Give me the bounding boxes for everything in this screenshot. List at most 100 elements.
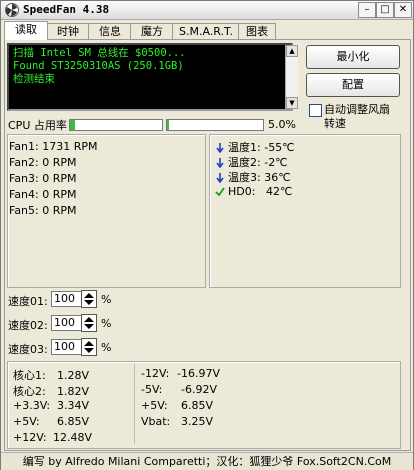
fan-label: Fan3: [9, 172, 39, 185]
speed-label-1: 速度01: [8, 295, 48, 308]
spinner-arrows-icon [84, 317, 94, 329]
temp-row-2: 温度2: -2℃ [215, 154, 288, 170]
voltage-row: -5V: -6.92V [141, 383, 217, 396]
minimize-button[interactable]: 最小化 [306, 45, 400, 69]
cpu-usage-bar-2 [166, 119, 264, 131]
voltage-value: 6.85V [57, 415, 90, 428]
fan-value: 0 RPM [42, 188, 77, 201]
close-window-button[interactable]: ✕ [394, 2, 412, 18]
voltage-value: 12.48V [53, 431, 93, 444]
temp-value: -2℃ [264, 156, 288, 169]
temp-label: 温度3: [228, 171, 261, 184]
speed-spinner-3[interactable] [81, 338, 97, 356]
tab-bar: 读取 时钟 信息 魔方 S.M.A.R.T. 图表 [4, 21, 412, 40]
voltage-row: 核心2: 1.82V [13, 383, 89, 399]
voltage-label: Vbat: [141, 415, 171, 428]
speed-spinner-2[interactable] [81, 314, 97, 332]
log-line: 检测结束 [13, 73, 55, 85]
voltage-row: +5V: 6.85V [141, 399, 213, 412]
arrow-down-icon [216, 143, 224, 153]
fan-row-4: Fan4: 0 RPM [9, 188, 77, 201]
tab-read[interactable]: 读取 [4, 21, 48, 40]
tab-chart[interactable]: 图表 [238, 23, 276, 39]
fan-row-3: Fan3: 0 RPM [9, 172, 77, 185]
log-line: 扫描 Intel SM 总线在 $0500... [13, 47, 186, 59]
arrow-down-icon [216, 173, 224, 183]
fan-label: Fan5: [9, 204, 39, 217]
arrow-down-icon [216, 158, 224, 168]
speed-unit-2: % [101, 317, 112, 330]
temp-value: 36℃ [264, 171, 291, 184]
temp-row-1: 温度1: -55℃ [215, 139, 295, 155]
speed-label-2: 速度02: [8, 319, 48, 332]
log-output[interactable]: 扫描 Intel SM 总线在 $0500... Found ST3250310… [7, 43, 293, 111]
fan-value: 0 RPM [42, 172, 77, 185]
spinner-arrows-icon [84, 341, 94, 353]
fan-label: Fan1: [9, 140, 39, 153]
temp-row-3: 温度3: 36℃ [215, 169, 291, 185]
speed-input-3[interactable]: 100 [51, 339, 83, 355]
fan-value: 0 RPM [42, 156, 77, 169]
fan-value: 0 RPM [42, 204, 77, 217]
cpu-usage-bar-1 [69, 119, 163, 131]
speed-input-1[interactable]: 100 [51, 291, 83, 307]
voltage-label: +12V: [13, 431, 47, 444]
maximize-icon: □ [380, 4, 390, 15]
voltage-value: 1.28V [57, 369, 90, 382]
scroll-up-arrow-icon[interactable]: ▲ [286, 45, 298, 57]
speed-spinner-1[interactable] [81, 290, 97, 308]
temp-label: 温度2: [228, 156, 261, 169]
voltage-label: 核心1: [13, 369, 46, 382]
fan-row-1: Fan1: 1731 RPM [9, 140, 98, 153]
spinner-arrows-icon [84, 293, 94, 305]
checkmark-icon [215, 187, 225, 197]
fan-label: Fan4: [9, 188, 39, 201]
voltage-label: 核心2: [13, 385, 46, 398]
fan-row-5: Fan5: 0 RPM [9, 204, 77, 217]
voltage-label: +5V: [13, 415, 40, 428]
voltage-row: Vbat: 3.25V [141, 415, 213, 428]
fan-value: 1731 RPM [42, 140, 98, 153]
fan-row-2: Fan2: 0 RPM [9, 156, 77, 169]
window-title: SpeedFan 4.38 [23, 3, 110, 16]
voltage-row: 核心1: 1.28V [13, 367, 89, 383]
minimize-window-button[interactable]: – [358, 2, 376, 18]
config-button[interactable]: 配置 [306, 73, 400, 97]
speed-unit-1: % [101, 293, 112, 306]
tab-info[interactable]: 信息 [88, 23, 132, 39]
voltage-label: +3.3V: [13, 399, 51, 412]
tab-clock[interactable]: 时钟 [46, 23, 90, 39]
close-icon: ✕ [398, 4, 408, 15]
temp-row-4: HD0: 42℃ [215, 185, 292, 198]
voltage-label: -12V: [141, 367, 170, 380]
voltage-value: -6.92V [181, 383, 217, 396]
tab-cube[interactable]: 魔方 [130, 23, 174, 39]
auto-fan-speed-checkbox[interactable] [309, 104, 322, 117]
voltage-row: -12V: -16.97V [141, 367, 220, 380]
scroll-down-arrow-icon[interactable]: ▼ [286, 97, 298, 109]
maximize-window-button[interactable]: □ [376, 2, 394, 18]
temp-value: 42℃ [265, 185, 293, 198]
speedfan-window: SpeedFan 4.38 – □ ✕ 读取 时钟 信息 魔方 S.M.A.R.… [0, 0, 414, 470]
voltage-row: +12V: 12.48V [13, 431, 92, 444]
cpu-usage-fill [70, 120, 75, 130]
fan-label: Fan2: [9, 156, 39, 169]
cpu-usage-label: CPU 占用率 [8, 119, 67, 132]
voltage-value: 6.85V [181, 399, 214, 412]
credits-footer: 编写 by Alfredo Milani Comparetti；汉化：狐狸少爷 … [1, 452, 413, 470]
temp-label: HD0: [228, 185, 256, 198]
speed-input-2[interactable]: 100 [51, 315, 83, 331]
voltage-value: 1.82V [57, 385, 90, 398]
log-scrollbar[interactable]: ▲ ▼ [285, 45, 298, 109]
temp-label: 温度1: [228, 141, 261, 154]
auto-fan-speed-label-line2: 转速 [324, 117, 346, 130]
temp-value: -55℃ [264, 141, 295, 154]
log-line: Found ST3250310AS (250.1GB) [13, 60, 184, 72]
tab-smart[interactable]: S.M.A.R.T. [172, 23, 240, 39]
voltage-value: -16.97V [177, 367, 220, 380]
cpu-usage-percent: 5.0% [268, 118, 296, 131]
title-bar[interactable]: SpeedFan 4.38 – □ ✕ [1, 1, 413, 20]
fan-icon [5, 3, 19, 17]
speed-label-3: 速度03: [8, 343, 48, 356]
voltage-row: +3.3V: 3.34V [13, 399, 89, 412]
